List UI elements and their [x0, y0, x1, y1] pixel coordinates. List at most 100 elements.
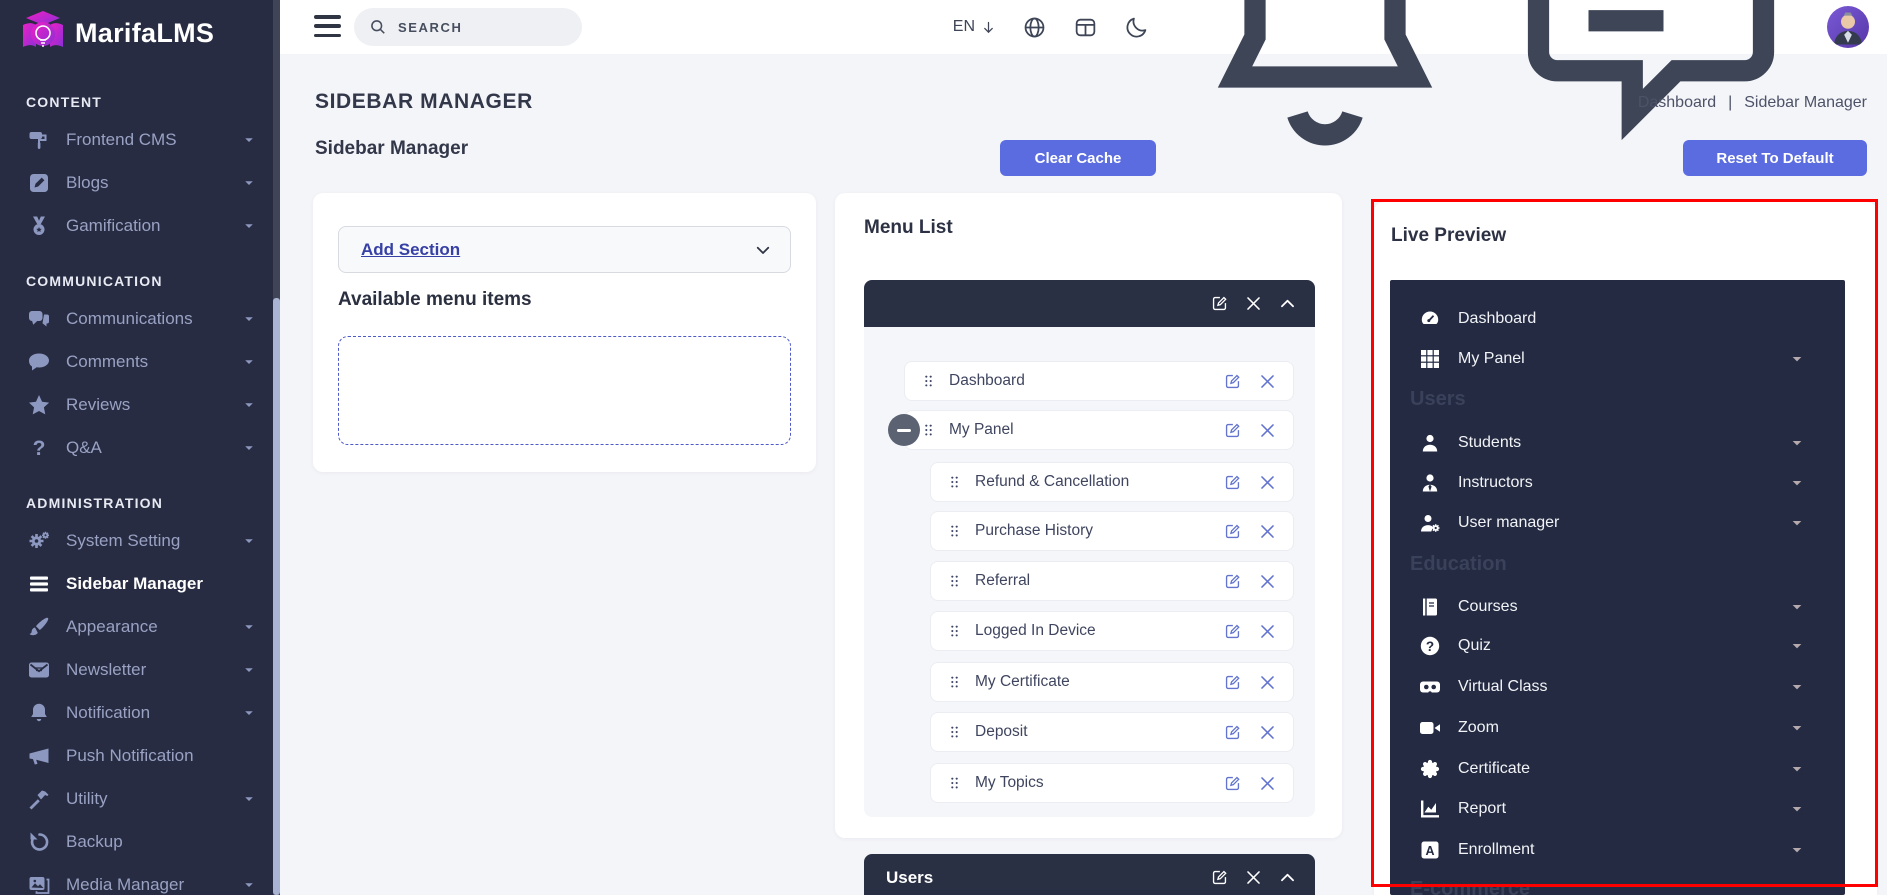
sidebar-item-label: Q&A [66, 438, 102, 458]
drag-handle-icon[interactable] [947, 521, 962, 541]
preview-item-user-manager[interactable]: User manager [1390, 506, 1845, 540]
user-avatar[interactable] [1827, 6, 1869, 48]
sidebar-item-utility[interactable]: Utility [0, 777, 280, 820]
x-icon[interactable] [1258, 774, 1277, 793]
dark-mode-moon-icon[interactable] [1124, 15, 1149, 40]
edit-icon[interactable] [1210, 868, 1229, 887]
x-icon[interactable] [1258, 723, 1277, 742]
image-icon [26, 873, 52, 895]
menu-item-row-my-topics[interactable]: My Topics [930, 763, 1294, 803]
x-icon[interactable] [1258, 522, 1277, 541]
drag-handle-icon[interactable] [921, 420, 936, 440]
drag-handle-icon[interactable] [947, 472, 962, 492]
search-box[interactable] [354, 8, 582, 46]
available-menu-items-dropzone[interactable] [338, 336, 791, 445]
sidebar-item-newsletter[interactable]: Newsletter [0, 648, 280, 691]
edit-icon[interactable] [1223, 673, 1242, 692]
sidebar-scrollbar-thumb[interactable] [273, 298, 280, 895]
edit-icon[interactable] [1223, 421, 1242, 440]
edit-icon[interactable] [1210, 294, 1229, 313]
x-icon[interactable] [1244, 868, 1263, 887]
chat-bubbles-icon [26, 307, 52, 331]
menu-item-label: Deposit [975, 723, 1028, 741]
menu-item-row-purchase-history[interactable]: Purchase History [930, 511, 1294, 551]
globe-icon[interactable] [1022, 15, 1047, 40]
sidebar-item-frontend-cms[interactable]: Frontend CMS [0, 118, 280, 161]
hamburger-menu-icon[interactable] [314, 15, 341, 37]
preview-item-courses[interactable]: Courses [1390, 590, 1845, 624]
preview-item-my-panel[interactable]: My Panel [1390, 342, 1845, 376]
sidebar-item-comments[interactable]: Comments [0, 340, 280, 383]
layout-icon[interactable] [1073, 15, 1098, 40]
preview-item-certificate[interactable]: Certificate [1390, 752, 1845, 786]
sidebar-item-push-notification[interactable]: Push Notification [0, 734, 280, 777]
clear-cache-button[interactable]: Clear Cache [1000, 140, 1156, 176]
drag-handle-icon[interactable] [921, 371, 936, 391]
sidebar-item-blogs[interactable]: Blogs [0, 161, 280, 204]
drag-handle-icon[interactable] [947, 722, 962, 742]
menu-item-row-deposit[interactable]: Deposit [930, 712, 1294, 752]
caret-down-icon [1789, 351, 1805, 367]
sidebar-item-gamification[interactable]: Gamification [0, 204, 280, 247]
x-icon[interactable] [1258, 673, 1277, 692]
menu-item-row-referral[interactable]: Referral [930, 561, 1294, 601]
edit-icon[interactable] [1223, 572, 1242, 591]
drag-handle-icon[interactable] [947, 571, 962, 591]
preview-item-quiz[interactable]: ?Quiz [1390, 629, 1845, 663]
edit-icon[interactable] [1223, 372, 1242, 391]
preview-item-instructors[interactable]: Instructors [1390, 466, 1845, 500]
search-input[interactable] [398, 20, 558, 35]
menu-list-panel: Menu List DashboardMy PanelRefund & Canc… [835, 193, 1342, 838]
menu-section-header-users: Users [864, 854, 1315, 895]
preview-item-report[interactable]: Report [1390, 792, 1845, 826]
sidebar-item-appearance[interactable]: Appearance [0, 605, 280, 648]
preview-item-zoom[interactable]: Zoom [1390, 711, 1845, 745]
reset-to-default-button[interactable]: Reset To Default [1683, 140, 1867, 176]
preview-item-dashboard[interactable]: Dashboard [1390, 302, 1845, 336]
sidebar-item-label: Sidebar Manager [66, 574, 203, 594]
menu-item-row-dashboard[interactable]: Dashboard [904, 361, 1294, 401]
add-section-select[interactable]: Add Section [338, 226, 791, 273]
page-title: SIDEBAR MANAGER [315, 90, 533, 114]
chevron-up-icon[interactable] [1278, 294, 1297, 313]
sidebar-item-q-a[interactable]: ?Q&A [0, 426, 280, 469]
brand-logo[interactable]: MarifaLMS [20, 9, 214, 57]
x-icon[interactable] [1258, 372, 1277, 391]
edit-icon[interactable] [1223, 522, 1242, 541]
menu-item-row-my-panel[interactable]: My Panel [904, 410, 1294, 450]
menu-item-row-my-certificate[interactable]: My Certificate [930, 662, 1294, 702]
breadcrumb-dashboard[interactable]: Dashboard [1638, 94, 1716, 112]
preview-item-students[interactable]: Students [1390, 426, 1845, 460]
sidebar-item-communications[interactable]: Communications [0, 297, 280, 340]
sidebar-item-backup[interactable]: Backup [0, 820, 280, 863]
drag-handle-icon[interactable] [947, 773, 962, 793]
x-icon[interactable] [1258, 622, 1277, 641]
menu-item-row-logged-in-device[interactable]: Logged In Device [930, 611, 1294, 651]
drag-handle-icon[interactable] [947, 672, 962, 692]
preview-section-label-education: Education [1410, 553, 1507, 576]
sidebar-item-sidebar-manager[interactable]: Sidebar Manager [0, 562, 280, 605]
preview-item-virtual-class[interactable]: Virtual Class [1390, 670, 1845, 704]
x-icon[interactable] [1258, 473, 1277, 492]
sidebar-item-notification[interactable]: Notification [0, 691, 280, 734]
preview-item-enrollment[interactable]: AEnrollment [1390, 833, 1845, 867]
notifications-button[interactable]: 0 [1175, 0, 1475, 177]
edit-icon[interactable] [1223, 473, 1242, 492]
edit-icon[interactable] [1223, 774, 1242, 793]
x-icon[interactable] [1258, 572, 1277, 591]
sidebar-item-media-manager[interactable]: Media Manager [0, 863, 280, 895]
x-icon[interactable] [1244, 294, 1263, 313]
language-selector[interactable]: EN [953, 18, 996, 36]
sidebar-item-system-setting[interactable]: System Setting [0, 519, 280, 562]
search-icon [368, 17, 388, 37]
chevron-up-icon[interactable] [1278, 868, 1297, 887]
collapse-children-button[interactable] [888, 414, 920, 446]
sidebar-item-reviews[interactable]: Reviews [0, 383, 280, 426]
menu-item-row-refund-cancellation[interactable]: Refund & Cancellation [930, 462, 1294, 502]
menu-item-label: My Topics [975, 774, 1044, 792]
drag-handle-icon[interactable] [947, 621, 962, 641]
edit-icon[interactable] [1223, 723, 1242, 742]
preview-item-label: Quiz [1458, 637, 1491, 655]
edit-icon[interactable] [1223, 622, 1242, 641]
x-icon[interactable] [1258, 421, 1277, 440]
